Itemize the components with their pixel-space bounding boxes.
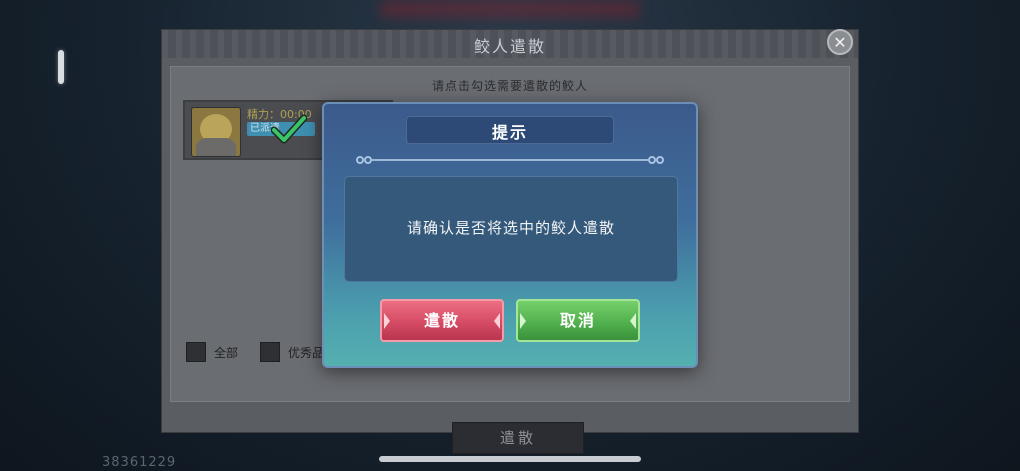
filter-all[interactable]: 全部 (186, 342, 238, 362)
filter-excellent-label: 优秀品 (288, 345, 325, 360)
panel-title: 鲛人遣散 (473, 37, 546, 56)
chevron-right-icon (494, 313, 500, 329)
chevron-right-icon (630, 313, 636, 329)
cancel-button[interactable]: 取消 (516, 299, 640, 342)
close-button[interactable]: ✕ (827, 29, 853, 55)
instruction-text: 请点击勾选需要遣散的鲛人 (431, 79, 588, 93)
filter-excellent[interactable]: 优秀品 (260, 342, 324, 362)
filter-all-label: 全部 (214, 345, 239, 360)
dialog-message: 请确认是否将选中的鲛人遣散 (406, 219, 615, 237)
chevron-left-icon (520, 313, 526, 329)
chevron-left-icon (384, 313, 390, 329)
side-drawer-handle[interactable] (58, 50, 64, 84)
merfolk-portrait (191, 107, 241, 157)
dialog-divider (350, 156, 670, 164)
confirm-dismiss-label: 遣散 (423, 311, 460, 330)
dialog-title: 提示 (491, 123, 528, 142)
home-indicator[interactable] (379, 456, 641, 462)
player-id: 38361229 (102, 455, 177, 470)
confirm-dismiss-button[interactable]: 遣散 (380, 299, 504, 342)
confirm-dialog: 提示 请确认是否将选中的鲛人遣散 遣散 取消 (322, 102, 698, 368)
dialog-message-box: 请确认是否将选中的鲛人遣散 (344, 176, 678, 282)
dialog-title-box: 提示 (406, 116, 614, 144)
background-glow (380, 0, 640, 18)
close-icon: ✕ (833, 32, 847, 52)
dismiss-button[interactable]: 遣散 (452, 422, 584, 454)
cancel-label: 取消 (559, 311, 596, 330)
checkmark-icon (271, 114, 307, 144)
filter-excellent-checkbox[interactable] (260, 342, 280, 362)
panel-titlebar: 鲛人遣散 (162, 30, 858, 58)
filter-all-checkbox[interactable] (186, 342, 206, 362)
